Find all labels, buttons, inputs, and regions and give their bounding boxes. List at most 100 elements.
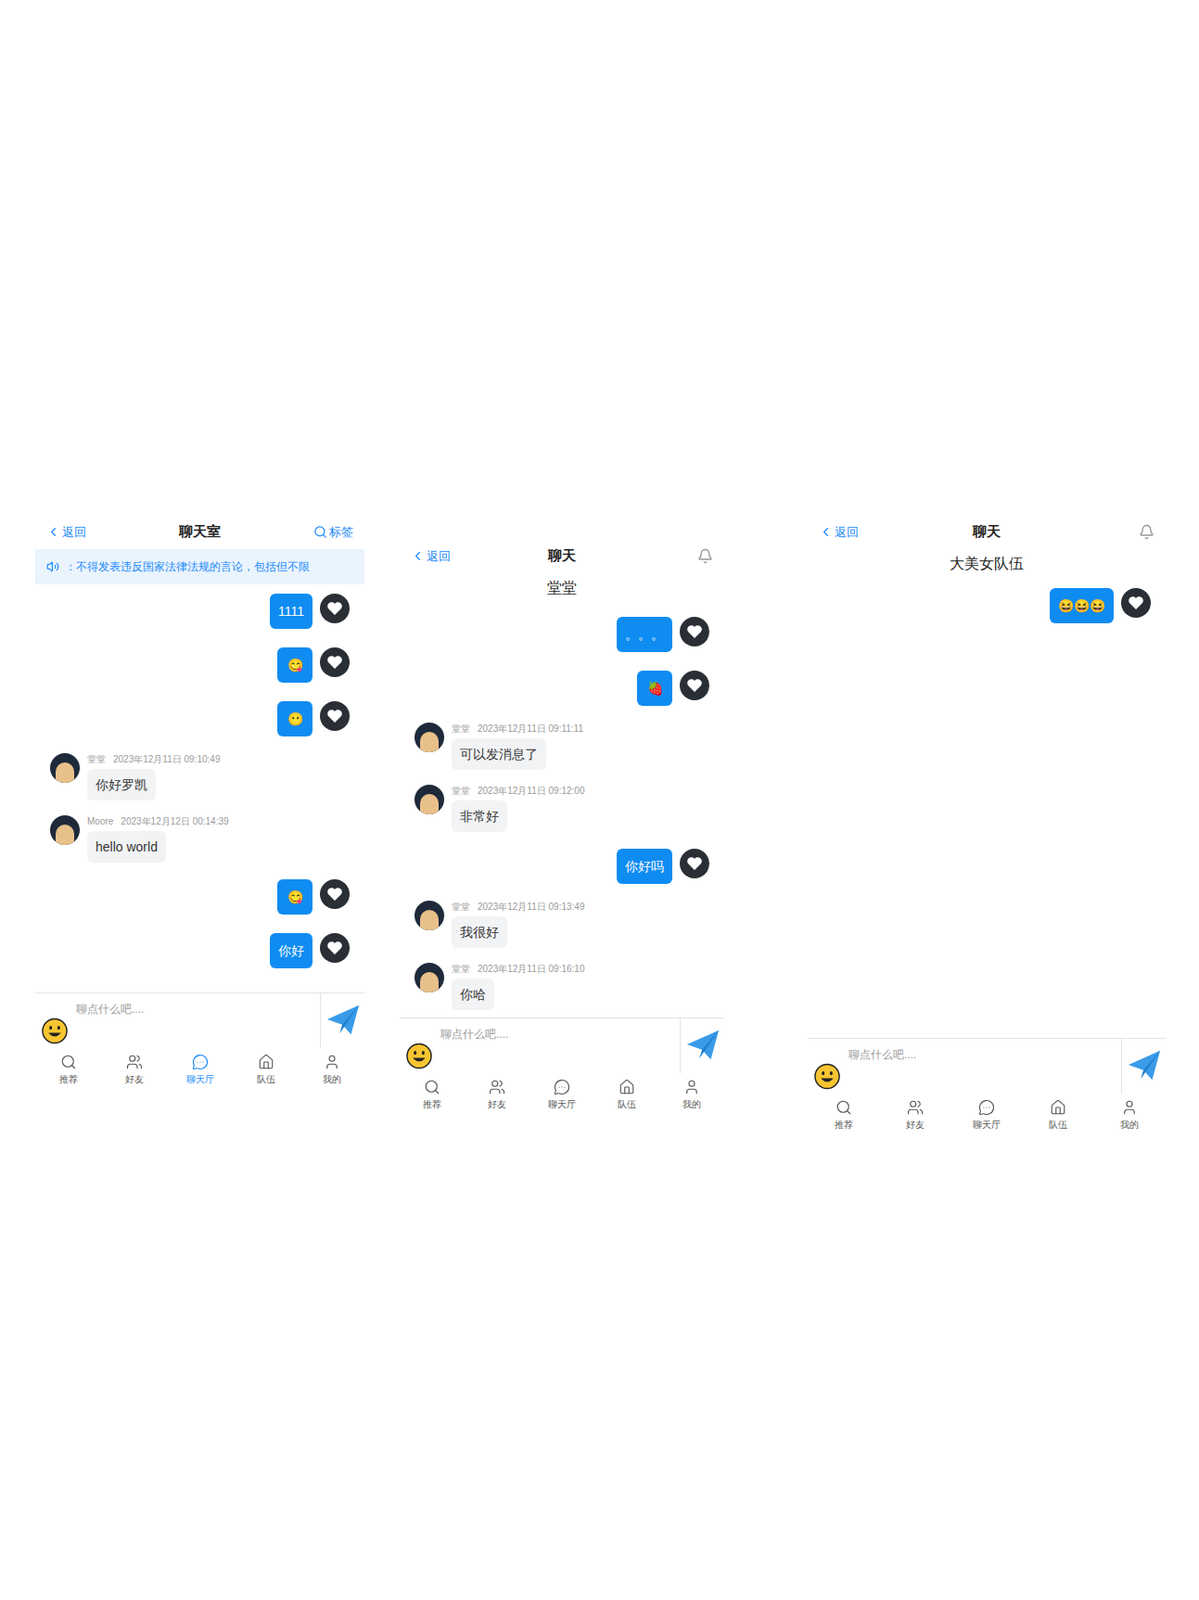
my-message: 你好 [35, 923, 365, 978]
my-message: 😋 [35, 869, 365, 924]
header-title: 聊天 [972, 521, 1001, 543]
nav-item[interactable]: 队伍 [1032, 1098, 1085, 1131]
nav-icon [126, 1053, 143, 1071]
back-button[interactable]: 返回 [818, 522, 884, 542]
nav-item[interactable]: 聊天厅 [535, 1078, 588, 1110]
my-avatar[interactable] [679, 670, 710, 701]
my-message: 😶 [35, 691, 365, 746]
header-title: 聊天 [548, 545, 576, 567]
emoji-icon[interactable] [40, 1017, 69, 1045]
chat-screen: 返回聊天室标签：不得发表违反国家法律法规的言论，包括但不限1111😋😶堂堂202… [35, 514, 365, 1091]
bell-icon[interactable] [1138, 523, 1155, 540]
nav-icon [683, 1078, 701, 1096]
nav-item[interactable]: 我的 [665, 1078, 718, 1110]
nav-item[interactable]: 好友 [471, 1078, 523, 1110]
header-title: 聊天室 [178, 521, 221, 543]
my-avatar[interactable] [319, 647, 350, 677]
nav-item[interactable]: 聊天厅 [960, 1098, 1013, 1131]
nav-item[interactable]: 我的 [1103, 1098, 1156, 1131]
heart-icon [326, 940, 344, 956]
other-message: 堂堂2023年12月11日 09:16:10你哈 [399, 955, 725, 1018]
message-bubble: 1111 [269, 593, 313, 629]
my-message: 😆😆😆 [807, 578, 1166, 633]
tag-search-button[interactable]: 标签 [313, 522, 354, 542]
my-message: 你好吗 [399, 839, 725, 893]
nav-item[interactable]: 聊天厅 [174, 1053, 227, 1085]
nav-icon [488, 1078, 506, 1096]
message-bubble: 你好吗 [616, 848, 673, 884]
message-bubble: 😆😆😆 [1049, 587, 1114, 624]
message-input[interactable]: 聊点什么吧.... [813, 1045, 1122, 1063]
my-avatar[interactable] [319, 593, 350, 624]
my-message: 。。。 [399, 607, 725, 662]
back-icon [410, 548, 425, 563]
other-message: Moore2023年12月12日 00:14:39 hello world [35, 807, 365, 870]
nav-item[interactable]: 队伍 [240, 1053, 293, 1085]
my-avatar[interactable] [319, 879, 350, 909]
user-avatar[interactable] [414, 784, 445, 815]
input-bar: 聊点什么吧.... [807, 1037, 1166, 1094]
message-list: 。。。🍓堂堂2023年12月11日 09:11:11可以发消息了堂堂2023年1… [399, 602, 725, 1018]
heart-icon [326, 708, 344, 724]
message-meta: 堂堂2023年12月11日 09:12:00 [451, 784, 585, 797]
user-avatar[interactable] [414, 722, 445, 753]
user-avatar[interactable] [50, 752, 80, 783]
nav-icon [1121, 1098, 1138, 1116]
header: 返回 聊天室 标签 [35, 514, 365, 549]
nav-item[interactable]: 队伍 [600, 1078, 653, 1110]
send-icon[interactable] [325, 1002, 361, 1038]
nav-item[interactable]: 我的 [306, 1053, 358, 1085]
message-meta: 堂堂2023年12月11日 09:11:11 [451, 722, 584, 735]
input-bar: 聊点什么吧.... [35, 992, 365, 1048]
back-button[interactable]: 返回 [410, 547, 476, 566]
message-bubble: hello world [87, 830, 166, 863]
chat-subtitle: 大美女队伍 [807, 548, 1166, 579]
message-input[interactable]: 聊点什么吧.... [405, 1025, 680, 1043]
back-button[interactable]: 返回 [46, 522, 112, 542]
nav-item[interactable]: 推荐 [42, 1053, 95, 1085]
bottom-nav: 推荐好友聊天厅队伍我的 [807, 1093, 1166, 1136]
notice-bar: ：不得发表违反国家法律法规的言论，包括但不限 [35, 548, 365, 585]
nav-icon [423, 1078, 441, 1096]
chat-screen: 返回 聊天堂堂。。。🍓堂堂2023年12月11日 09:11:11可以发消息了堂堂… [399, 538, 725, 1116]
other-message: 堂堂2023年12月11日 09:13:49我很好 [399, 892, 725, 956]
bell-icon[interactable] [697, 548, 714, 564]
message-input[interactable]: 聊点什么吧.... [40, 1000, 320, 1018]
emoji-icon[interactable] [405, 1042, 434, 1070]
my-avatar[interactable] [679, 848, 710, 879]
user-avatar[interactable] [414, 900, 445, 931]
nav-item[interactable]: 推荐 [817, 1098, 870, 1131]
nav-item[interactable]: 好友 [108, 1053, 161, 1085]
nav-icon [323, 1053, 341, 1071]
message-bubble: 你哈 [451, 978, 495, 1010]
message-meta: Moore2023年12月12日 00:14:39 [87, 815, 230, 828]
message-bubble: 你好罗凯 [87, 768, 156, 801]
message-bubble: 你好 [269, 932, 313, 969]
chat-screen: 返回 聊天大美女队伍 😆😆😆 聊点什么吧.... 推荐好友聊天厅队伍我的 [807, 514, 1166, 1136]
my-avatar[interactable] [319, 701, 350, 731]
send-icon[interactable] [1126, 1047, 1162, 1084]
chat-subtitle: 堂堂 [399, 573, 725, 603]
back-icon [46, 524, 61, 539]
heart-icon [1127, 595, 1145, 611]
user-avatar[interactable] [414, 962, 445, 993]
emoji-icon[interactable] [813, 1062, 842, 1090]
nav-item[interactable]: 推荐 [406, 1078, 459, 1110]
nav-item[interactable]: 好友 [889, 1098, 942, 1131]
speaker-icon [46, 560, 60, 574]
header: 返回 聊天 [399, 538, 725, 574]
my-avatar[interactable] [679, 616, 710, 647]
send-icon[interactable] [685, 1027, 721, 1063]
my-avatar[interactable] [1121, 587, 1151, 618]
message-bubble: 😋 [277, 647, 313, 683]
message-bubble: 我很好 [451, 916, 508, 948]
heart-icon [326, 886, 344, 902]
page: 返回 聊天室 标签 ：不得发表违反国家法律法规的言论，包括但不限 1111 😋 😶 堂堂202… [0, 0, 1199, 1600]
user-avatar[interactable] [50, 815, 80, 845]
nav-icon [257, 1053, 275, 1071]
heart-icon [686, 855, 703, 871]
message-bubble: 。。。 [616, 616, 673, 652]
message-list: 1111😋😶堂堂2023年12月11日 09:10:49你好罗凯Moore202… [35, 584, 365, 993]
bottom-nav: 推荐好友聊天厅队伍我的 [35, 1047, 365, 1091]
my-avatar[interactable] [319, 932, 350, 963]
